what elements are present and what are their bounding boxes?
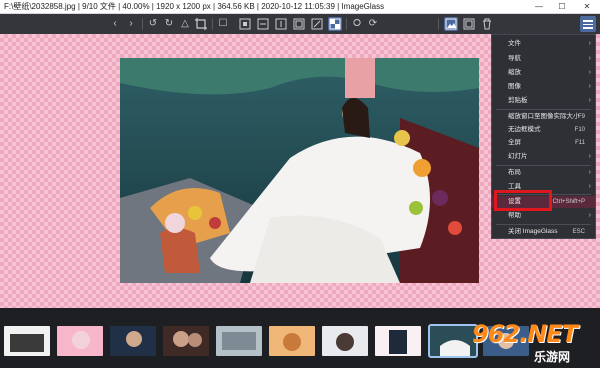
rotate-right-icon[interactable]: ↻ — [162, 17, 176, 31]
thumbnail-2[interactable] — [57, 326, 103, 356]
menu-item-image[interactable]: 图像 › — [492, 81, 595, 93]
menu-item-navigation[interactable]: 导航 › — [492, 53, 595, 65]
slideshow-icon[interactable]: ⭘ — [350, 17, 364, 31]
actual-size-icon[interactable] — [238, 17, 252, 31]
menu-item-fullscreen[interactable]: 全屏 F11 — [492, 137, 595, 149]
thumbnail-4[interactable] — [163, 326, 209, 356]
menu-item-clipboard[interactable]: 剪贴板 › — [492, 95, 595, 107]
thumbnail-6[interactable] — [269, 326, 315, 356]
flip-icon[interactable]: △ — [178, 17, 192, 31]
next-icon[interactable]: › — [124, 17, 138, 31]
menu-item-zoom[interactable]: 缩放 › — [492, 67, 595, 79]
thumbnail-8[interactable] — [375, 326, 421, 356]
close-button[interactable]: ✕ — [578, 0, 596, 13]
title-bar: F:\壁纸\2032858.jpg | 9/10 文件 | 40.00% | 1… — [0, 0, 600, 14]
chevron-right-icon: › — [588, 40, 591, 47]
fit-width-icon[interactable] — [256, 17, 270, 31]
watermark-site-name: 乐游网 — [534, 350, 571, 364]
site-watermark: 962.NET 乐游网 — [468, 320, 598, 364]
chevron-right-icon: › — [588, 169, 591, 176]
menu-separator — [496, 165, 591, 166]
window-title: F:\壁纸\2032858.jpg | 9/10 文件 | 40.00% | 1… — [4, 2, 385, 11]
thumbnail-5[interactable] — [216, 326, 262, 356]
main-image — [120, 58, 479, 283]
watermark-logo-text: 962.NET — [472, 320, 578, 348]
menu-item-slideshow[interactable]: 幻灯片 › — [492, 151, 595, 163]
previous-icon[interactable]: ‹ — [108, 17, 122, 31]
menu-icon[interactable] — [580, 16, 596, 32]
imageglass-window: F:\壁纸\2032858.jpg | 9/10 文件 | 40.00% | 1… — [0, 0, 600, 368]
chevron-right-icon: › — [588, 183, 591, 190]
menu-separator — [496, 224, 591, 225]
highlight-annotation-box — [494, 190, 552, 211]
chevron-right-icon: › — [588, 55, 591, 62]
fit-height-icon[interactable] — [274, 17, 288, 31]
chevron-right-icon: › — [588, 69, 591, 76]
refresh-icon[interactable]: ⟳ — [366, 17, 380, 31]
thumbnail-icon[interactable] — [444, 17, 458, 31]
menu-separator — [496, 109, 591, 110]
menu-item-file[interactable]: 文件 › — [492, 38, 595, 50]
crop-icon[interactable] — [194, 17, 208, 31]
menu-item-window-fit[interactable]: 缩放窗口至图像实际大小 F9 — [492, 111, 595, 123]
delete-icon[interactable] — [480, 17, 494, 31]
thumbnail-7[interactable] — [322, 326, 368, 356]
zoom-fit-icon[interactable]: ☐ — [216, 17, 230, 31]
menu-item-frameless[interactable]: 无边框模式 F10 — [492, 124, 595, 136]
chevron-right-icon: › — [588, 97, 591, 104]
menu-item-help[interactable]: 帮助 › — [492, 210, 595, 222]
chevron-right-icon: › — [588, 83, 591, 90]
lock-zoom-icon[interactable] — [310, 17, 324, 31]
thumbnail-3[interactable] — [110, 326, 156, 356]
fullscreen-icon[interactable] — [462, 17, 476, 31]
chevron-right-icon: › — [588, 212, 591, 219]
maximize-button[interactable]: ☐ — [553, 0, 571, 13]
checkerboard-icon[interactable] — [328, 17, 342, 31]
rotate-left-icon[interactable]: ↺ — [146, 17, 160, 31]
toolbar: ‹ › ↺ ↻ △ ☐ ⭘ ⟳ — [0, 14, 600, 34]
thumbnail-1[interactable] — [4, 326, 50, 356]
scale-to-fill-icon[interactable] — [292, 17, 306, 31]
menu-item-exit[interactable]: 关闭 ImageGlass ESC — [492, 226, 595, 238]
menu-item-layout[interactable]: 布局 › — [492, 167, 595, 179]
chevron-right-icon: › — [588, 153, 591, 160]
minimize-button[interactable]: — — [530, 0, 548, 13]
